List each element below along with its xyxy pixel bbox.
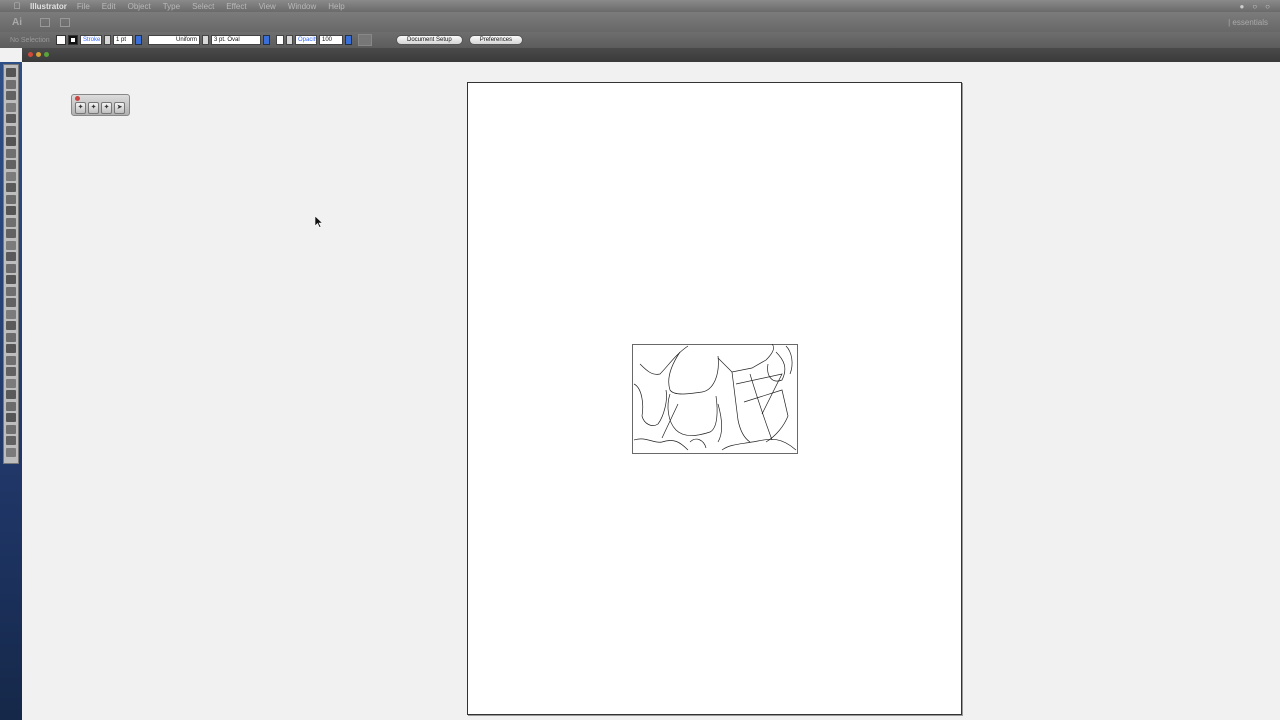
- selection-arrow-icon[interactable]: ➤: [114, 102, 125, 114]
- status-icon[interactable]: ○: [1252, 2, 1257, 11]
- menu-window[interactable]: Window: [288, 2, 316, 11]
- tool-button-icon[interactable]: [6, 321, 16, 330]
- tool-button-icon[interactable]: [6, 344, 16, 353]
- tool-button-icon[interactable]: [6, 332, 16, 342]
- document-window-titlebar: [22, 48, 1280, 62]
- tool-button-icon[interactable]: [6, 102, 16, 112]
- menu-edit[interactable]: Edit: [102, 2, 116, 11]
- workspace-switcher[interactable]: | essentials: [1228, 18, 1268, 27]
- status-icon[interactable]: ○: [1265, 2, 1270, 11]
- tools-panel: [0, 62, 22, 720]
- brush-dropdown[interactable]: [263, 35, 270, 45]
- tool-button-icon[interactable]: [6, 206, 16, 215]
- tool-button-icon[interactable]: [6, 263, 16, 273]
- toolbox: [3, 64, 19, 464]
- menu-object[interactable]: Object: [128, 2, 151, 11]
- tool-button-icon[interactable]: [6, 401, 16, 411]
- tool-button-icon[interactable]: [6, 355, 16, 365]
- menu-help[interactable]: Help: [328, 2, 344, 11]
- arrange-documents-icon[interactable]: [60, 17, 70, 27]
- tool-button-icon[interactable]: [6, 286, 16, 296]
- tool-button-icon[interactable]: [6, 171, 16, 181]
- tool-button-icon[interactable]: [6, 183, 16, 192]
- tool-button-icon[interactable]: [6, 137, 16, 146]
- artwork-sketch[interactable]: [632, 344, 798, 454]
- opacity-field[interactable]: 100: [319, 35, 343, 45]
- floating-tool-palette[interactable]: ✦ ✦ ✦ ➤: [71, 94, 130, 116]
- opacity-dropdown[interactable]: [345, 35, 352, 45]
- tool-button-icon[interactable]: [6, 252, 16, 261]
- tool-button-icon[interactable]: [6, 79, 16, 89]
- tool-button-icon[interactable]: [6, 229, 16, 238]
- close-palette-icon[interactable]: [75, 96, 80, 101]
- stroke-weight-dropdown[interactable]: [135, 35, 142, 45]
- tool-button-icon[interactable]: [6, 240, 16, 250]
- selection-label: No Selection: [10, 36, 50, 44]
- tool-button-icon[interactable]: [6, 309, 16, 319]
- tool-button-icon[interactable]: [6, 217, 16, 227]
- opacity-label[interactable]: Opacity: [295, 35, 317, 45]
- close-window-icon[interactable]: [28, 52, 33, 57]
- tool-button-icon[interactable]: [6, 125, 16, 135]
- menu-type[interactable]: Type: [163, 2, 180, 11]
- tool-button-icon[interactable]: [6, 367, 16, 376]
- tool-button-icon[interactable]: [6, 148, 16, 158]
- application-bar: Ai | essentials: [0, 12, 1280, 32]
- tool-button-icon[interactable]: [6, 390, 16, 399]
- tool-button-icon[interactable]: [6, 114, 16, 123]
- blob-brush-icon[interactable]: ✦: [75, 102, 86, 114]
- tool-button-icon[interactable]: [6, 275, 16, 284]
- brush-tool-icon[interactable]: ✦: [101, 102, 112, 114]
- stroke-weight-stepper[interactable]: [104, 35, 111, 45]
- minimize-window-icon[interactable]: [36, 52, 41, 57]
- menu-file[interactable]: File: [77, 2, 90, 11]
- stroke-profile-select[interactable]: Uniform: [148, 35, 200, 45]
- tool-button-icon[interactable]: [6, 194, 16, 204]
- window-controls: [28, 52, 49, 57]
- preferences-button[interactable]: Preferences: [468, 35, 524, 45]
- app-menu[interactable]: Illustrator: [30, 2, 67, 11]
- stroke-weight-field[interactable]: 1 pt: [113, 35, 133, 45]
- style-swatch[interactable]: [276, 35, 284, 45]
- tool-button-icon[interactable]: [6, 424, 16, 434]
- app-logo: Ai: [12, 16, 22, 28]
- apple-menu-icon[interactable]: : [10, 1, 24, 11]
- recolor-artwork-icon[interactable]: [358, 34, 372, 46]
- tool-button-icon[interactable]: [6, 68, 16, 77]
- menubar-status-area: ● ○ ○: [1239, 2, 1270, 11]
- document-setup-button[interactable]: Document Setup: [396, 35, 463, 45]
- stroke-profile-arrow[interactable]: [202, 35, 209, 45]
- tool-button-icon[interactable]: [6, 378, 16, 388]
- brush-tool-icon[interactable]: ✦: [88, 102, 99, 114]
- tool-button-icon[interactable]: [6, 298, 16, 307]
- stroke-swatch[interactable]: [68, 35, 78, 45]
- tool-button-icon[interactable]: [6, 413, 16, 422]
- menu-effect[interactable]: Effect: [226, 2, 246, 11]
- tool-button-icon[interactable]: [6, 160, 16, 169]
- style-dropdown[interactable]: [286, 35, 293, 45]
- tool-button-icon[interactable]: [6, 447, 16, 457]
- tool-button-icon[interactable]: [6, 436, 16, 445]
- fill-swatch[interactable]: [56, 35, 66, 45]
- menu-view[interactable]: View: [259, 2, 276, 11]
- control-bar: No Selection Stroke 1 pt Uniform 3 pt. O…: [0, 32, 1280, 48]
- bridge-icon[interactable]: [40, 17, 50, 27]
- zoom-window-icon[interactable]: [44, 52, 49, 57]
- brush-definition-select[interactable]: 3 pt. Oval: [211, 35, 261, 45]
- status-icon[interactable]: ●: [1239, 2, 1244, 11]
- mouse-cursor-icon: [315, 216, 323, 228]
- tool-button-icon[interactable]: [6, 91, 16, 100]
- menu-bar:  Illustrator File Edit Object Type Sele…: [0, 0, 1280, 12]
- menu-select[interactable]: Select: [192, 2, 214, 11]
- stroke-label[interactable]: Stroke: [80, 35, 102, 45]
